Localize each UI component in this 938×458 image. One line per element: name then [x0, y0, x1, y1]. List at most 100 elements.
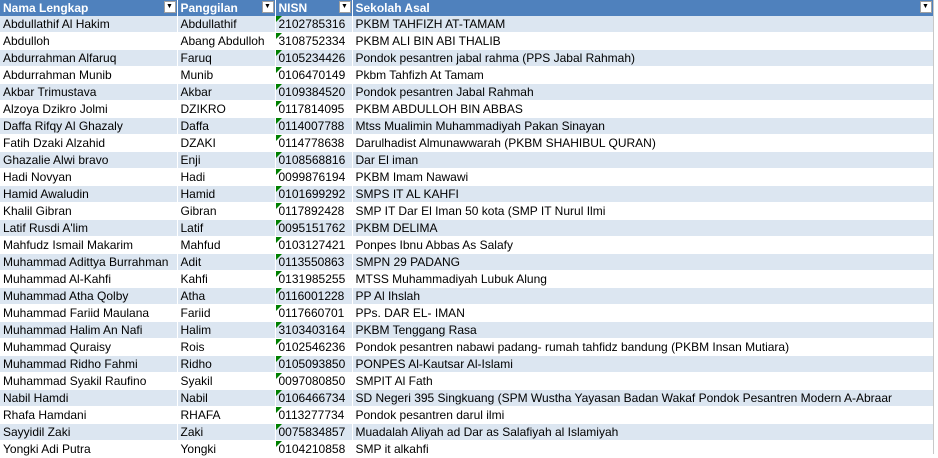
cell-sekolah[interactable]: Pkbm Tahfizh At Tamam	[352, 66, 934, 84]
cell-sekolah[interactable]: Pondok pesantren Jabal Rahmah	[352, 83, 934, 101]
cell-nama[interactable]: Muhammad Quraisy	[0, 338, 178, 356]
cell-nama[interactable]: Mahfudz Ismail Makarim	[0, 236, 178, 254]
cell-nama[interactable]: Akbar Trimustava	[0, 83, 178, 101]
cell-nisn[interactable]: 0109384520	[275, 83, 353, 101]
cell-sekolah[interactable]: SMPN 29 PADANG	[352, 253, 934, 271]
column-header-sekolah[interactable]: Sekolah Asal ▼	[352, 0, 934, 16]
cell-panggilan[interactable]: Kahfi	[177, 270, 276, 288]
cell-nisn[interactable]: 0114007788	[275, 117, 353, 135]
cell-sekolah[interactable]: PKBM DELIMA	[352, 219, 934, 237]
cell-nama[interactable]: Abdurrahman Munib	[0, 66, 178, 84]
cell-panggilan[interactable]: DZAKI	[177, 134, 276, 152]
cell-panggilan[interactable]: Akbar	[177, 83, 276, 101]
cell-nisn[interactable]: 0105234426	[275, 49, 353, 67]
cell-panggilan[interactable]: Munib	[177, 66, 276, 84]
cell-panggilan[interactable]: Syakil	[177, 372, 276, 390]
cell-sekolah[interactable]: SMP it alkahfi	[352, 440, 934, 458]
cell-nisn[interactable]: 0105093850	[275, 355, 353, 373]
cell-nama[interactable]: Abdullathif Al Hakim	[0, 16, 178, 33]
cell-nisn[interactable]: 0106470149	[275, 66, 353, 84]
cell-nama[interactable]: Muhammad Halim An Nafi	[0, 321, 178, 339]
cell-nama[interactable]: Alzoya Dzikro Jolmi	[0, 100, 178, 118]
cell-nisn[interactable]: 2102785316	[275, 16, 353, 33]
cell-sekolah[interactable]: Muadalah Aliyah ad Dar as Salafiyah al I…	[352, 423, 934, 441]
cell-panggilan[interactable]: Daffa	[177, 117, 276, 135]
cell-panggilan[interactable]: Hamid	[177, 185, 276, 203]
column-header-nama[interactable]: Nama Lengkap ▼	[0, 0, 178, 16]
cell-nama[interactable]: Muhammad Atha Qolby	[0, 287, 178, 305]
cell-nama[interactable]: Hadi Novyan	[0, 168, 178, 186]
cell-panggilan[interactable]: Gibran	[177, 202, 276, 220]
cell-nisn[interactable]: 0116001228	[275, 287, 353, 305]
cell-nisn[interactable]: 0117892428	[275, 202, 353, 220]
cell-nama[interactable]: Abdulloh	[0, 32, 178, 50]
cell-sekolah[interactable]: Pondok pesantren darul ilmi	[352, 406, 934, 424]
dropdown-arrow-icon[interactable]: ▼	[338, 1, 351, 13]
cell-panggilan[interactable]: Faruq	[177, 49, 276, 67]
cell-sekolah[interactable]: Pondok pesantren jabal rahma (PPS Jabal …	[352, 49, 934, 67]
cell-nisn[interactable]: 0117814095	[275, 100, 353, 118]
cell-sekolah[interactable]: SMPS IT AL KAHFI	[352, 185, 934, 203]
cell-sekolah[interactable]: PONPES Al-Kautsar Al-Islami	[352, 355, 934, 373]
cell-panggilan[interactable]: DZIKRO	[177, 100, 276, 118]
cell-nisn[interactable]: 3108752334	[275, 32, 353, 50]
cell-nama[interactable]: Rhafa Hamdani	[0, 406, 178, 424]
cell-nisn[interactable]: 0095151762	[275, 219, 353, 237]
cell-sekolah[interactable]: PKBM ALI BIN ABI THALIB	[352, 32, 934, 50]
cell-nisn[interactable]: 3103403164	[275, 321, 353, 339]
cell-nama[interactable]: Muhammad Ridho Fahmi	[0, 355, 178, 373]
cell-panggilan[interactable]: Abang Abdulloh	[177, 32, 276, 50]
cell-nisn[interactable]: 0131985255	[275, 270, 353, 288]
cell-nisn[interactable]: 0113550863	[275, 253, 353, 271]
cell-nama[interactable]: Muhammad Al-Kahfi	[0, 270, 178, 288]
cell-panggilan[interactable]: Zaki	[177, 423, 276, 441]
cell-sekolah[interactable]: PPs. DAR EL- IMAN	[352, 304, 934, 322]
cell-nama[interactable]: Khalil Gibran	[0, 202, 178, 220]
cell-sekolah[interactable]: SMPIT Al Fath	[352, 372, 934, 390]
cell-panggilan[interactable]: Adit	[177, 253, 276, 271]
cell-panggilan[interactable]: Mahfud	[177, 236, 276, 254]
cell-nama[interactable]: Fatih Dzaki Alzahid	[0, 134, 178, 152]
cell-sekolah[interactable]: SMP IT Dar El Iman 50 kota (SMP IT Nurul…	[352, 202, 934, 220]
cell-sekolah[interactable]: SD Negeri 395 Singkuang (SPM Wustha Yaya…	[352, 389, 934, 407]
cell-nama[interactable]: Ghazalie Alwi bravo	[0, 151, 178, 169]
cell-nama[interactable]: Muhammad Fariid Maulana	[0, 304, 178, 322]
cell-sekolah[interactable]: Mtss Mualimin Muhammadiyah Pakan Sinayan	[352, 117, 934, 135]
cell-nisn[interactable]: 0075834857	[275, 423, 353, 441]
cell-nisn[interactable]: 0101699292	[275, 185, 353, 203]
cell-nama[interactable]: Latif Rusdi A'lim	[0, 219, 178, 237]
cell-nisn[interactable]: 0106466734	[275, 389, 353, 407]
cell-panggilan[interactable]: RHAFA	[177, 406, 276, 424]
dropdown-arrow-icon[interactable]: ▼	[163, 1, 176, 13]
cell-panggilan[interactable]: Enji	[177, 151, 276, 169]
cell-nisn[interactable]: 0099876194	[275, 168, 353, 186]
cell-nisn[interactable]: 0114778638	[275, 134, 353, 152]
cell-panggilan[interactable]: Atha	[177, 287, 276, 305]
cell-sekolah[interactable]: Dar El iman	[352, 151, 934, 169]
cell-panggilan[interactable]: Nabil	[177, 389, 276, 407]
cell-panggilan[interactable]: Abdullathif	[177, 16, 276, 33]
cell-sekolah[interactable]: PKBM TAHFIZH AT-TAMAM	[352, 16, 934, 33]
cell-nama[interactable]: Yongki Adi Putra	[0, 440, 178, 458]
dropdown-arrow-icon[interactable]: ▼	[261, 1, 274, 13]
cell-panggilan[interactable]: Halim	[177, 321, 276, 339]
cell-nisn[interactable]: 0097080850	[275, 372, 353, 390]
cell-nisn[interactable]: 0103127421	[275, 236, 353, 254]
cell-nama[interactable]: Daffa Rifqy Al Ghazaly	[0, 117, 178, 135]
cell-nisn[interactable]: 0104210858	[275, 440, 353, 458]
cell-sekolah[interactable]: Ponpes Ibnu Abbas As Salafy	[352, 236, 934, 254]
cell-panggilan[interactable]: Rois	[177, 338, 276, 356]
cell-nama[interactable]: Muhammad Syakil Raufino	[0, 372, 178, 390]
cell-nama[interactable]: Nabil Hamdi	[0, 389, 178, 407]
cell-panggilan[interactable]: Yongki	[177, 440, 276, 458]
cell-panggilan[interactable]: Ridho	[177, 355, 276, 373]
cell-nama[interactable]: Hamid Awaludin	[0, 185, 178, 203]
cell-sekolah[interactable]: PKBM Tenggang Rasa	[352, 321, 934, 339]
column-header-nisn[interactable]: NISN ▼	[275, 0, 353, 16]
cell-sekolah[interactable]: Darulhadist Almunawwarah (PKBM SHAHIBUL …	[352, 134, 934, 152]
cell-panggilan[interactable]: Fariid	[177, 304, 276, 322]
cell-nama[interactable]: Muhammad Adittya Burrahman	[0, 253, 178, 271]
cell-sekolah[interactable]: PKBM Imam Nawawi	[352, 168, 934, 186]
cell-panggilan[interactable]: Latif	[177, 219, 276, 237]
cell-nisn[interactable]: 0108568816	[275, 151, 353, 169]
